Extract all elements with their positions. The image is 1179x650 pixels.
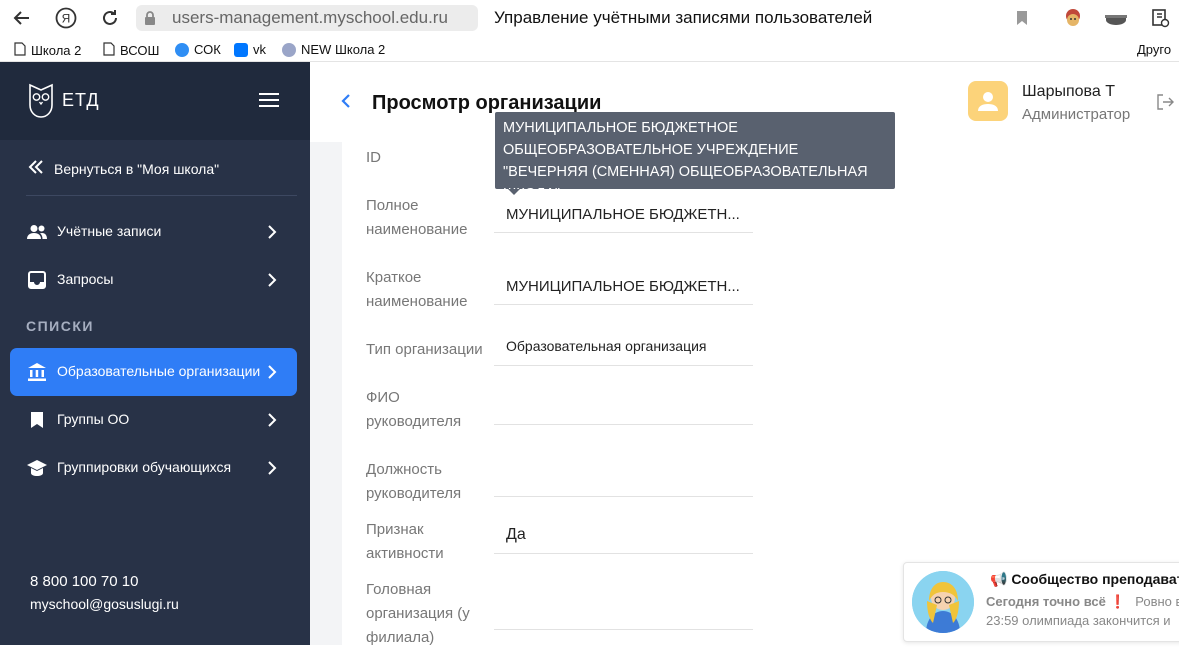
chevron-right-icon <box>267 272 277 291</box>
inbox-icon <box>26 270 48 290</box>
bookmarks-bar: Школа 2 ВСОШ СОК vk NEW Школа 2 Друго <box>0 38 1179 62</box>
logout-icon[interactable] <box>1157 94 1175 115</box>
vk-icon <box>234 42 248 57</box>
yandex-icon[interactable]: Я <box>54 6 78 30</box>
owl-logo-icon[interactable] <box>27 81 55 124</box>
chevron-right-icon <box>267 412 277 431</box>
chevron-right-icon <box>267 224 277 243</box>
institution-icon <box>26 362 48 382</box>
reload-icon[interactable] <box>98 6 122 30</box>
users-icon <box>26 222 48 242</box>
lock-icon <box>144 10 156 31</box>
sidebar-header: ЕТД <box>0 62 310 140</box>
bookmark-new-school2[interactable]: NEW Школа 2 <box>282 42 385 57</box>
extension-icon[interactable] <box>1061 6 1085 30</box>
downloads-icon[interactable] <box>1148 6 1172 30</box>
sidebar-divider <box>26 195 297 196</box>
active-value[interactable]: Да <box>494 526 753 554</box>
bookmark-vsosh[interactable]: ВСОШ <box>103 42 159 59</box>
notification-popup[interactable]: 📢 Сообщество преподавател Сегодня точно … <box>903 562 1179 642</box>
sidebar-item-student-groupings[interactable]: Группировки обучающихся <box>10 444 297 492</box>
support-email[interactable]: myschool@gosuslugi.ru <box>30 596 179 612</box>
community-avatar <box>912 571 974 633</box>
sidebar: ЕТД Вернуться в "Моя школа" Учётные запи… <box>0 62 310 645</box>
address-bar[interactable]: users-management.myschool.edu.ru <box>136 5 478 31</box>
contacts: 8 800 100 70 10 myschool@gosuslugi.ru <box>30 573 179 612</box>
emblem-icon <box>282 42 296 57</box>
document-icon <box>103 42 115 59</box>
short-name-value[interactable]: МУНИЦИПАЛЬНОЕ БЮДЖЕТН... <box>494 278 753 305</box>
double-chevron-left-icon <box>28 160 44 177</box>
notification-line2: 23:59 олимпиада закончится и <box>986 613 1171 628</box>
bookmark-school2[interactable]: Школа 2 <box>14 42 81 59</box>
section-title-lists: СПИСКИ <box>26 318 94 334</box>
document-icon <box>14 42 26 59</box>
parent-org-value[interactable] <box>494 604 753 630</box>
sidebar-item-oo-groups[interactable]: Группы ОО <box>10 396 297 444</box>
short-name-label: Краткое наименование <box>366 269 468 310</box>
full-name-tooltip: МУНИЦИПАЛЬНОЕ БЮДЖЕТНОЕ ОБЩЕОБРАЗОВАТЕЛЬ… <box>495 112 895 202</box>
bookmark-vk[interactable]: vk <box>234 42 266 57</box>
notification-title: 📢 Сообщество преподавател <box>990 571 1179 587</box>
chevron-right-icon <box>267 460 277 479</box>
bookmark-page-icon[interactable] <box>1010 6 1034 30</box>
full-name-value[interactable]: МУНИЦИПАЛЬНОЕ БЮДЖЕТН... <box>494 206 753 233</box>
sidebar-item-requests[interactable]: Запросы <box>10 256 297 304</box>
exclamation-icon: ❗ <box>1109 594 1126 609</box>
chevron-right-icon <box>267 364 277 383</box>
full-name-label: Полное наименование <box>366 197 468 238</box>
support-phone: 8 800 100 70 10 <box>30 573 139 590</box>
tooltip-arrow <box>508 189 520 195</box>
check-badge-icon <box>175 42 189 57</box>
id-label: ID <box>366 149 381 166</box>
browser-toolbar: Я users-management.myschool.edu.ru Управ… <box>0 0 1179 36</box>
bookmark-icon <box>26 410 48 430</box>
hamburger-menu-icon[interactable] <box>259 93 279 107</box>
head-position-value[interactable] <box>494 472 753 497</box>
head-position-label: Должность руководителя <box>366 461 462 502</box>
notification-line1: Сегодня точно всё ❗ Ровно в <box>986 594 1179 609</box>
svg-text:Я: Я <box>62 12 71 26</box>
back-to-myschool-link[interactable]: Вернуться в "Моя школа" <box>28 160 219 177</box>
back-arrow-icon[interactable] <box>10 6 34 30</box>
logo-text: ЕТД <box>62 90 100 110</box>
org-type-value[interactable]: Образовательная организация <box>494 338 753 366</box>
hat-extension-icon[interactable] <box>1104 6 1128 30</box>
org-type-label: Тип организации <box>366 341 483 358</box>
user-role: Администратор <box>1022 106 1131 123</box>
sidebar-item-educational-organizations[interactable]: Образовательные организации <box>10 348 297 396</box>
user-icon <box>978 92 998 111</box>
avatar[interactable] <box>968 81 1008 121</box>
url-text: users-management.myschool.edu.ru <box>172 8 448 27</box>
chevron-left-icon[interactable] <box>340 92 352 115</box>
sidebar-item-accounts[interactable]: Учётные записи <box>10 208 297 256</box>
graduation-cap-icon <box>26 458 48 478</box>
parent-org-label: Головная организация (у филиала) <box>366 581 470 646</box>
other-bookmarks[interactable]: Друго <box>1137 42 1171 57</box>
head-name-label: ФИО руководителя <box>366 389 462 430</box>
head-name-value[interactable] <box>494 400 753 425</box>
bookmark-sok[interactable]: СОК <box>175 42 221 57</box>
page-tab-title: Управление учётными записями пользовател… <box>494 8 873 27</box>
user-name: Шарыпова Т <box>1022 83 1115 100</box>
active-label: Признак активности <box>366 521 444 562</box>
